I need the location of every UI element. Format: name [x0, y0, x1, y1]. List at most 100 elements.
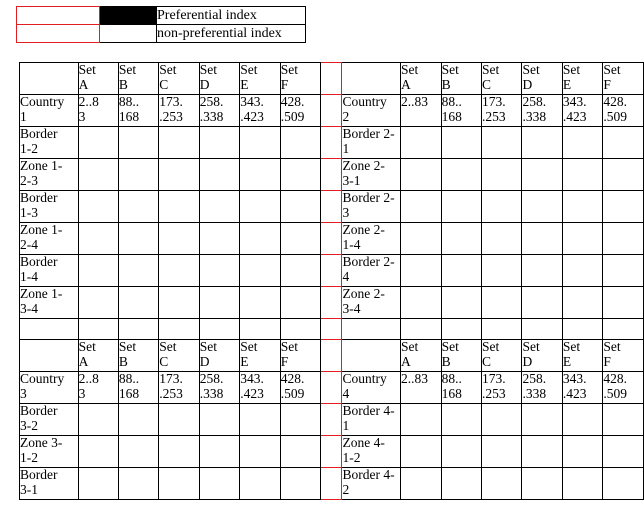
text-line: .338: [522, 108, 547, 124]
text-line: F: [280, 353, 289, 369]
text-line: F: [603, 353, 611, 369]
matrix-cell-filled: [239, 467, 281, 500]
column-header-set-E: Set E: [239, 339, 281, 372]
spacer-cell: [117, 318, 160, 340]
text-line: 2-3: [20, 172, 38, 188]
index-matrix-body: Set A Set B Set C Set D Set E Set F Set A Set B Set C Set D…: [19, 62, 644, 500]
text-line: .253: [159, 108, 183, 124]
text-line: Set: [401, 339, 419, 354]
text-line: Set: [118, 339, 137, 354]
text-line: Zone 2-: [342, 222, 385, 237]
range-value-cell: 428. .509: [279, 371, 322, 404]
panel-separator: [320, 318, 343, 340]
matrix-cell-empty: [77, 467, 119, 500]
matrix-cell-empty: [602, 158, 644, 191]
spacer-cell: [77, 318, 119, 340]
legend-red-cell: [16, 24, 100, 43]
panel-separator: [320, 190, 343, 223]
matrix-cell-empty: [400, 435, 442, 468]
panel-separator: [320, 286, 343, 319]
matrix-cell-filled: [77, 254, 119, 287]
text-line: Country: [20, 94, 65, 109]
matrix-cell-filled: [521, 286, 563, 319]
matrix-cell-filled: [117, 158, 160, 191]
column-header-set-B: Set B: [440, 62, 482, 95]
text-line: A: [401, 353, 411, 369]
panel-separator: [320, 158, 343, 191]
text-line: Border 4-: [342, 403, 395, 418]
legend-swatch-preferential: [99, 6, 157, 25]
column-header-set-F: Set F: [279, 339, 322, 372]
text-line: 343.: [240, 94, 264, 109]
text-line: 4: [342, 385, 350, 401]
text-line: .509: [603, 385, 628, 401]
column-header-set-C: Set C: [480, 62, 523, 95]
range-value-cell: 258. .338: [521, 94, 563, 127]
matrix-cell-empty: [158, 467, 200, 500]
matrix-cell-empty: [602, 286, 644, 319]
index-matrix-grid: Set A Set B Set C Set D Set E Set F Set A Set B Set C Set D…: [19, 62, 644, 500]
range-value-cell: 343. .423: [239, 371, 281, 404]
text-line: 3-1: [20, 481, 38, 497]
matrix-cell-empty: [77, 435, 119, 468]
column-header-set-A: Set A: [400, 62, 442, 95]
text-line: Set: [280, 339, 298, 354]
text-line: Zone 3-: [20, 435, 63, 450]
row-label: Zone 1- 3-4: [19, 286, 79, 319]
text-line: 428.: [603, 94, 628, 109]
matrix-cell-filled: [279, 467, 322, 500]
matrix-cell-filled: [521, 222, 563, 255]
text-line: 1: [342, 140, 350, 156]
matrix-cell-filled: [521, 126, 563, 159]
matrix-cell-empty: [239, 222, 281, 255]
column-header-set-C: Set C: [158, 62, 200, 95]
text-line: Set: [78, 339, 96, 354]
spacer-cell: [239, 318, 281, 340]
text-line: Zone 2-: [342, 286, 385, 301]
text-line: 88..: [441, 371, 462, 386]
panel-separator: [320, 371, 343, 404]
text-line: 2..8: [78, 94, 99, 109]
table-row: Border 1-3 Border 2- 3: [19, 190, 644, 223]
row-label: Zone 4- 1-2: [341, 435, 402, 468]
text-line: Set: [522, 62, 540, 77]
matrix-cell-filled: [279, 222, 322, 255]
text-line: Set: [159, 62, 177, 77]
text-line: 3-1: [342, 172, 361, 188]
text-line: 168: [441, 108, 462, 124]
text-line: Zone 4-: [342, 435, 385, 450]
text-line: .423: [240, 108, 264, 124]
text-line: Set: [481, 62, 500, 77]
range-value-cell: 173. .253: [480, 94, 523, 127]
text-line: .509: [280, 385, 305, 401]
matrix-cell-empty: [158, 222, 200, 255]
text-line: 2..83: [401, 371, 429, 386]
range-value-cell: 428. .509: [602, 94, 644, 127]
matrix-cell-empty: [602, 467, 644, 500]
spacer-cell: [480, 318, 523, 340]
legend-label-preferential: Preferential index: [156, 6, 306, 25]
text-line: 428.: [603, 371, 628, 386]
legend-red-cell: [16, 6, 100, 25]
table-row: Border 3-2 Border 4- 1: [19, 403, 644, 436]
text-line: Border 2-: [342, 126, 395, 141]
legend-body: Preferential index non-preferential inde…: [16, 6, 306, 43]
text-line: 343.: [562, 371, 587, 386]
column-header-set-F: Set F: [602, 339, 644, 372]
text-line: Set: [78, 62, 96, 77]
matrix-cell-empty: [198, 286, 241, 319]
corner-cell: [19, 62, 79, 95]
text-line: C: [481, 353, 491, 369]
text-line: Border 2-: [342, 254, 395, 269]
text-line: F: [603, 76, 611, 92]
column-header-set-B: Set B: [117, 339, 160, 372]
range-value-cell: 88.. 168: [440, 371, 482, 404]
legend-row: non-preferential index: [16, 24, 306, 43]
matrix-cell-empty: [198, 222, 241, 255]
matrix-cell-empty: [561, 286, 604, 319]
text-line: A: [78, 76, 89, 92]
country-title-country-2: Country 2: [341, 94, 402, 127]
matrix-cell-empty: [561, 222, 604, 255]
text-line: 1: [342, 417, 350, 433]
matrix-cell-empty: [480, 435, 523, 468]
